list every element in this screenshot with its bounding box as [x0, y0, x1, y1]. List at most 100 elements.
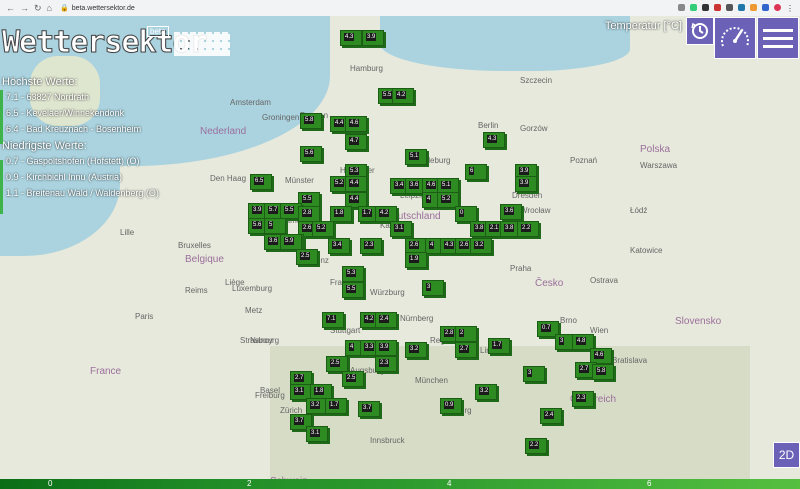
- station-marker[interactable]: 2.2: [517, 221, 539, 237]
- address-bar[interactable]: 🔒 beta.wettersektor.de: [60, 4, 135, 13]
- history-button[interactable]: [686, 17, 714, 45]
- station-marker[interactable]: 3.1: [390, 221, 412, 237]
- highest-title: Höchste Werte:: [2, 76, 78, 88]
- station-value: 3.9: [252, 206, 263, 214]
- station-marker[interactable]: 4.3: [340, 30, 362, 46]
- forward-icon[interactable]: →: [20, 3, 29, 14]
- station-value: 1.7: [362, 209, 373, 217]
- station-marker[interactable]: 5: [264, 218, 286, 234]
- measure-select-button[interactable]: [714, 17, 756, 59]
- station-marker[interactable]: 3.9: [362, 30, 384, 46]
- station-marker[interactable]: 5.5: [342, 282, 364, 298]
- extension-icon[interactable]: [702, 3, 709, 11]
- station-marker[interactable]: 4.4: [345, 176, 367, 192]
- station-marker[interactable]: 3.9: [515, 176, 537, 192]
- highest-row[interactable]: 7.1 - 63827 Nordrath: [6, 92, 159, 102]
- station-marker[interactable]: 5.8: [592, 364, 614, 380]
- color-legend: 0 2 4 6: [0, 479, 800, 489]
- station-value: 3.6: [504, 207, 515, 215]
- station-marker[interactable]: 2.2: [525, 438, 547, 454]
- station-marker[interactable]: 2.5: [296, 249, 318, 265]
- station-value: 2.5: [300, 252, 311, 260]
- station-marker[interactable]: 2.3: [572, 391, 594, 407]
- station-marker[interactable]: 3.2: [405, 342, 427, 358]
- station-marker[interactable]: 2.8: [298, 206, 320, 222]
- station-marker[interactable]: 3.4: [328, 238, 350, 254]
- station-marker[interactable]: 5.6: [300, 146, 322, 162]
- station-marker[interactable]: 5.8: [300, 113, 322, 129]
- station-value: 3: [527, 369, 533, 377]
- city-label: Groningen: [262, 113, 300, 122]
- station-marker[interactable]: 1.9: [405, 252, 427, 268]
- station-value: 4.6: [349, 119, 360, 127]
- city-label: Reims: [185, 286, 208, 295]
- station-marker[interactable]: 3.1: [306, 426, 328, 442]
- station-marker[interactable]: 4.2: [375, 206, 397, 222]
- profile-avatar[interactable]: [774, 3, 781, 11]
- home-icon[interactable]: ⌂: [47, 3, 52, 14]
- city-label: Gorzów: [520, 124, 548, 133]
- main-menu-button[interactable]: [757, 17, 799, 59]
- station-value: 5: [268, 221, 274, 229]
- station-marker[interactable]: 3.2: [475, 384, 497, 400]
- station-marker[interactable]: 3.6: [500, 204, 522, 220]
- extension-icon[interactable]: [762, 3, 769, 11]
- station-marker[interactable]: 3.9: [375, 340, 397, 356]
- station-marker[interactable]: 6: [465, 164, 487, 180]
- site-logo[interactable]: Wettersektor beta: [2, 24, 230, 60]
- station-marker[interactable]: 1.7: [325, 398, 347, 414]
- station-marker[interactable]: 0.9: [440, 398, 462, 414]
- city-label: Hamburg: [350, 64, 383, 73]
- extension-icon[interactable]: [750, 3, 757, 11]
- station-value: 4.3: [444, 241, 455, 249]
- station-value: 5.9: [284, 237, 295, 245]
- station-value: 5.5: [284, 206, 295, 214]
- station-marker[interactable]: 3: [523, 366, 545, 382]
- star-icon[interactable]: [678, 3, 685, 11]
- station-marker[interactable]: 5.9: [280, 234, 302, 250]
- station-marker[interactable]: 3.2: [470, 238, 492, 254]
- reload-icon[interactable]: ↻: [34, 3, 42, 14]
- station-marker[interactable]: 5.2: [312, 221, 334, 237]
- station-marker[interactable]: 5.1: [405, 149, 427, 165]
- lowest-row[interactable]: 1.1 - Breitenau Wald / Waldenberg (O): [6, 188, 159, 198]
- legend-tick: 6: [647, 479, 652, 488]
- extensions-bar: ⋮: [678, 3, 794, 13]
- station-marker[interactable]: 7.1: [322, 312, 344, 328]
- station-marker[interactable]: 1.7: [488, 338, 510, 354]
- station-marker[interactable]: 4.7: [345, 134, 367, 150]
- extension-icon[interactable]: [726, 3, 733, 11]
- station-marker[interactable]: 3.7: [358, 401, 380, 417]
- city-label: Bruxelles: [178, 241, 211, 250]
- country-label: Nederland: [200, 126, 247, 137]
- highest-row[interactable]: 6.4 - Bad Kreuznach - Bosenheim: [6, 124, 159, 134]
- station-marker[interactable]: 2.3: [360, 238, 382, 254]
- menu-dots-icon[interactable]: ⋮: [786, 4, 794, 13]
- station-marker[interactable]: 4.2: [392, 88, 414, 104]
- station-marker[interactable]: 2.4: [540, 408, 562, 424]
- station-marker[interactable]: 2.5: [342, 371, 364, 387]
- station-marker[interactable]: 5.3: [342, 266, 364, 282]
- station-marker[interactable]: 2.3: [375, 356, 397, 372]
- extension-icon[interactable]: [714, 3, 721, 11]
- city-label: Liège: [225, 278, 245, 287]
- highest-row[interactable]: 6.5 - Kevelaer/Winnekendonk: [6, 108, 159, 118]
- station-marker[interactable]: 2.5: [326, 356, 348, 372]
- station-marker[interactable]: 4.3: [483, 132, 505, 148]
- station-marker[interactable]: 2.7: [455, 342, 477, 358]
- view-toggle-button[interactable]: 2D: [773, 442, 800, 468]
- back-icon[interactable]: ←: [6, 3, 15, 14]
- extension-icon[interactable]: [690, 3, 697, 11]
- station-marker[interactable]: 2: [455, 326, 477, 342]
- lowest-row[interactable]: 0.7 - Gaspoltshofen (Hofstett) (O): [6, 156, 159, 166]
- station-value: 1.9: [409, 255, 420, 263]
- station-marker[interactable]: 2.4: [375, 312, 397, 328]
- baltic-sea: [380, 16, 630, 71]
- station-marker[interactable]: 1.8: [330, 206, 352, 222]
- station-marker[interactable]: 4.6: [345, 116, 367, 132]
- station-marker[interactable]: 3: [422, 280, 444, 296]
- lowest-row[interactable]: 0.9 - Kirchbichl Innu (Austria): [6, 172, 159, 182]
- station-marker[interactable]: 0: [455, 206, 477, 222]
- extension-icon[interactable]: [738, 3, 745, 11]
- station-marker[interactable]: 6.5: [250, 174, 272, 190]
